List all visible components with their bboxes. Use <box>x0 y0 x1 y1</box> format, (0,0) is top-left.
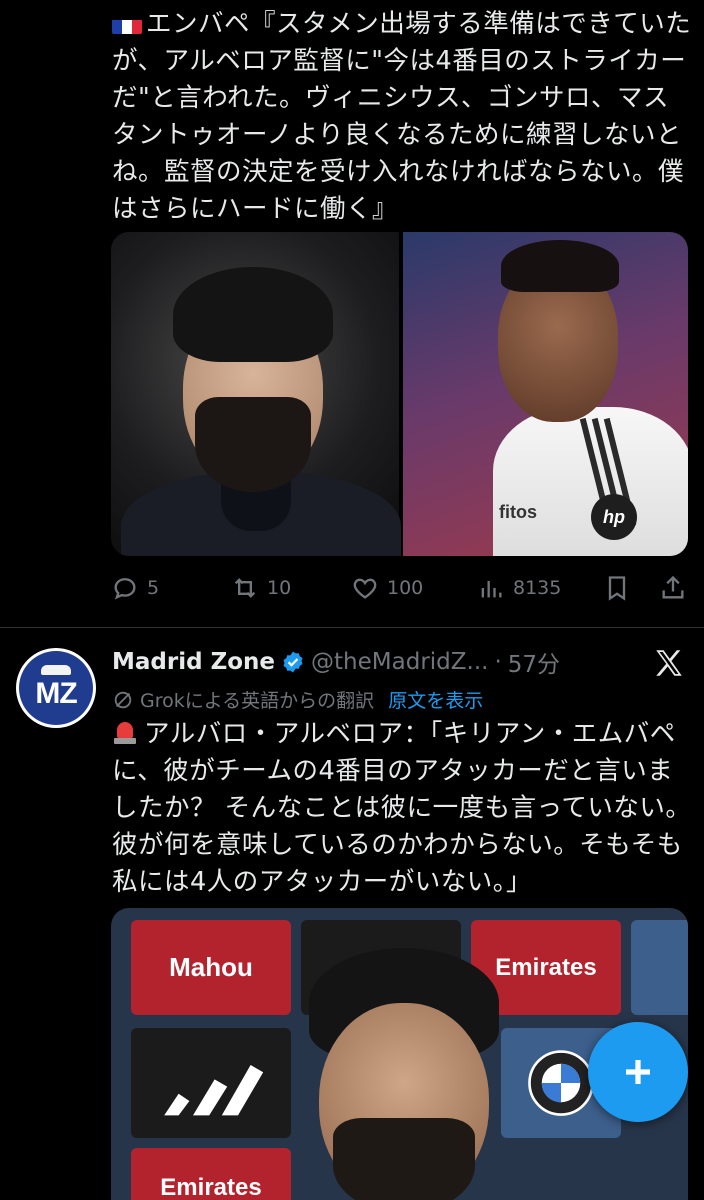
tweet-divider <box>0 627 704 628</box>
views-count: 8135 <box>513 577 562 599</box>
jersey-sponsor-text: fitos <box>499 502 537 522</box>
timestamp[interactable]: 57分 <box>508 645 560 679</box>
grok-icon <box>114 691 132 708</box>
player-jersey <box>493 407 688 556</box>
adidas-board <box>131 1028 291 1138</box>
coach-hair <box>173 267 333 362</box>
x-logo-icon[interactable] <box>652 646 686 680</box>
hp-logo: hp <box>591 494 637 540</box>
like-button[interactable]: 100 <box>351 574 423 602</box>
translation-row: Grokによる英語からの翻訳 原文を表示 <box>112 686 483 713</box>
crown-icon <box>41 665 71 675</box>
tweet-header: Madrid Zone @theMadridZ... · 57分 <box>112 646 692 678</box>
coach-beard <box>333 1118 475 1200</box>
reply-button[interactable]: 5 <box>111 574 159 602</box>
player-photo[interactable]: fitos hp <box>403 232 688 556</box>
views-icon <box>481 581 502 598</box>
sponsor-text: Emirates <box>495 953 597 981</box>
author-handle[interactable]: @theMadridZ... <box>311 649 488 675</box>
sponsor-board-mahou: Mahou <box>131 920 291 1015</box>
bookmark-icon <box>608 576 626 601</box>
bookmark-button[interactable] <box>603 574 631 602</box>
sponsor-text: Emirates <box>160 1174 262 1200</box>
retweet-icon <box>234 578 256 598</box>
bmw-logo-icon <box>528 1050 594 1116</box>
sponsor-board-blue <box>631 920 688 1015</box>
reply-count: 5 <box>147 577 160 599</box>
reply-icon <box>114 578 136 600</box>
adidas-logo-icon <box>164 1065 264 1116</box>
show-original-link[interactable]: 原文を表示 <box>388 686 483 713</box>
coach-photo[interactable] <box>111 232 401 556</box>
tweet-text: エンバペ『スタメン出場する準備はできていたが、アルベロア監督に"今は4番目のスト… <box>112 6 692 228</box>
coach-beard <box>195 397 311 492</box>
verified-badge-icon <box>283 651 303 673</box>
retweet-count: 10 <box>267 577 292 599</box>
compose-button[interactable] <box>588 1022 688 1122</box>
tweet-text-content: エンバペ『スタメン出場する準備はできていたが、アルベロア監督に"今は4番目のスト… <box>112 9 692 224</box>
avatar-text: MZ <box>35 677 77 710</box>
sponsor-text: Mahou <box>169 952 253 982</box>
player-hair <box>501 240 619 292</box>
madrid-zone-logo: MZ <box>19 651 93 725</box>
retweet-button[interactable]: 10 <box>231 574 291 602</box>
siren-icon <box>112 718 138 746</box>
separator-dot: · <box>494 649 502 675</box>
author-name[interactable]: Madrid Zone <box>112 649 275 675</box>
plus-icon <box>626 1060 650 1084</box>
tweet-text: アルバロ・アルベロア：「キリアン・エムバペに、彼がチームの4番目のアタッカーだと… <box>112 716 692 901</box>
share-button[interactable] <box>659 574 687 602</box>
share-icon <box>662 575 684 599</box>
tweet-text-content: アルバロ・アルベロア：「キリアン・エムバペに、彼がチームの4番目のアタッカーだと… <box>112 719 692 897</box>
like-count: 100 <box>387 577 424 599</box>
france-flag-icon <box>112 14 142 34</box>
avatar[interactable]: MZ <box>16 648 96 728</box>
tweet-media[interactable]: fitos hp <box>111 232 688 556</box>
sponsor-board-emirates: Emirates <box>131 1148 291 1200</box>
translation-label: Grokによる英語からの翻訳 <box>140 690 375 712</box>
heart-icon <box>353 578 377 599</box>
views-button[interactable]: 8135 <box>477 574 561 602</box>
tweet-actions: 5 10 100 8135 <box>111 572 691 604</box>
